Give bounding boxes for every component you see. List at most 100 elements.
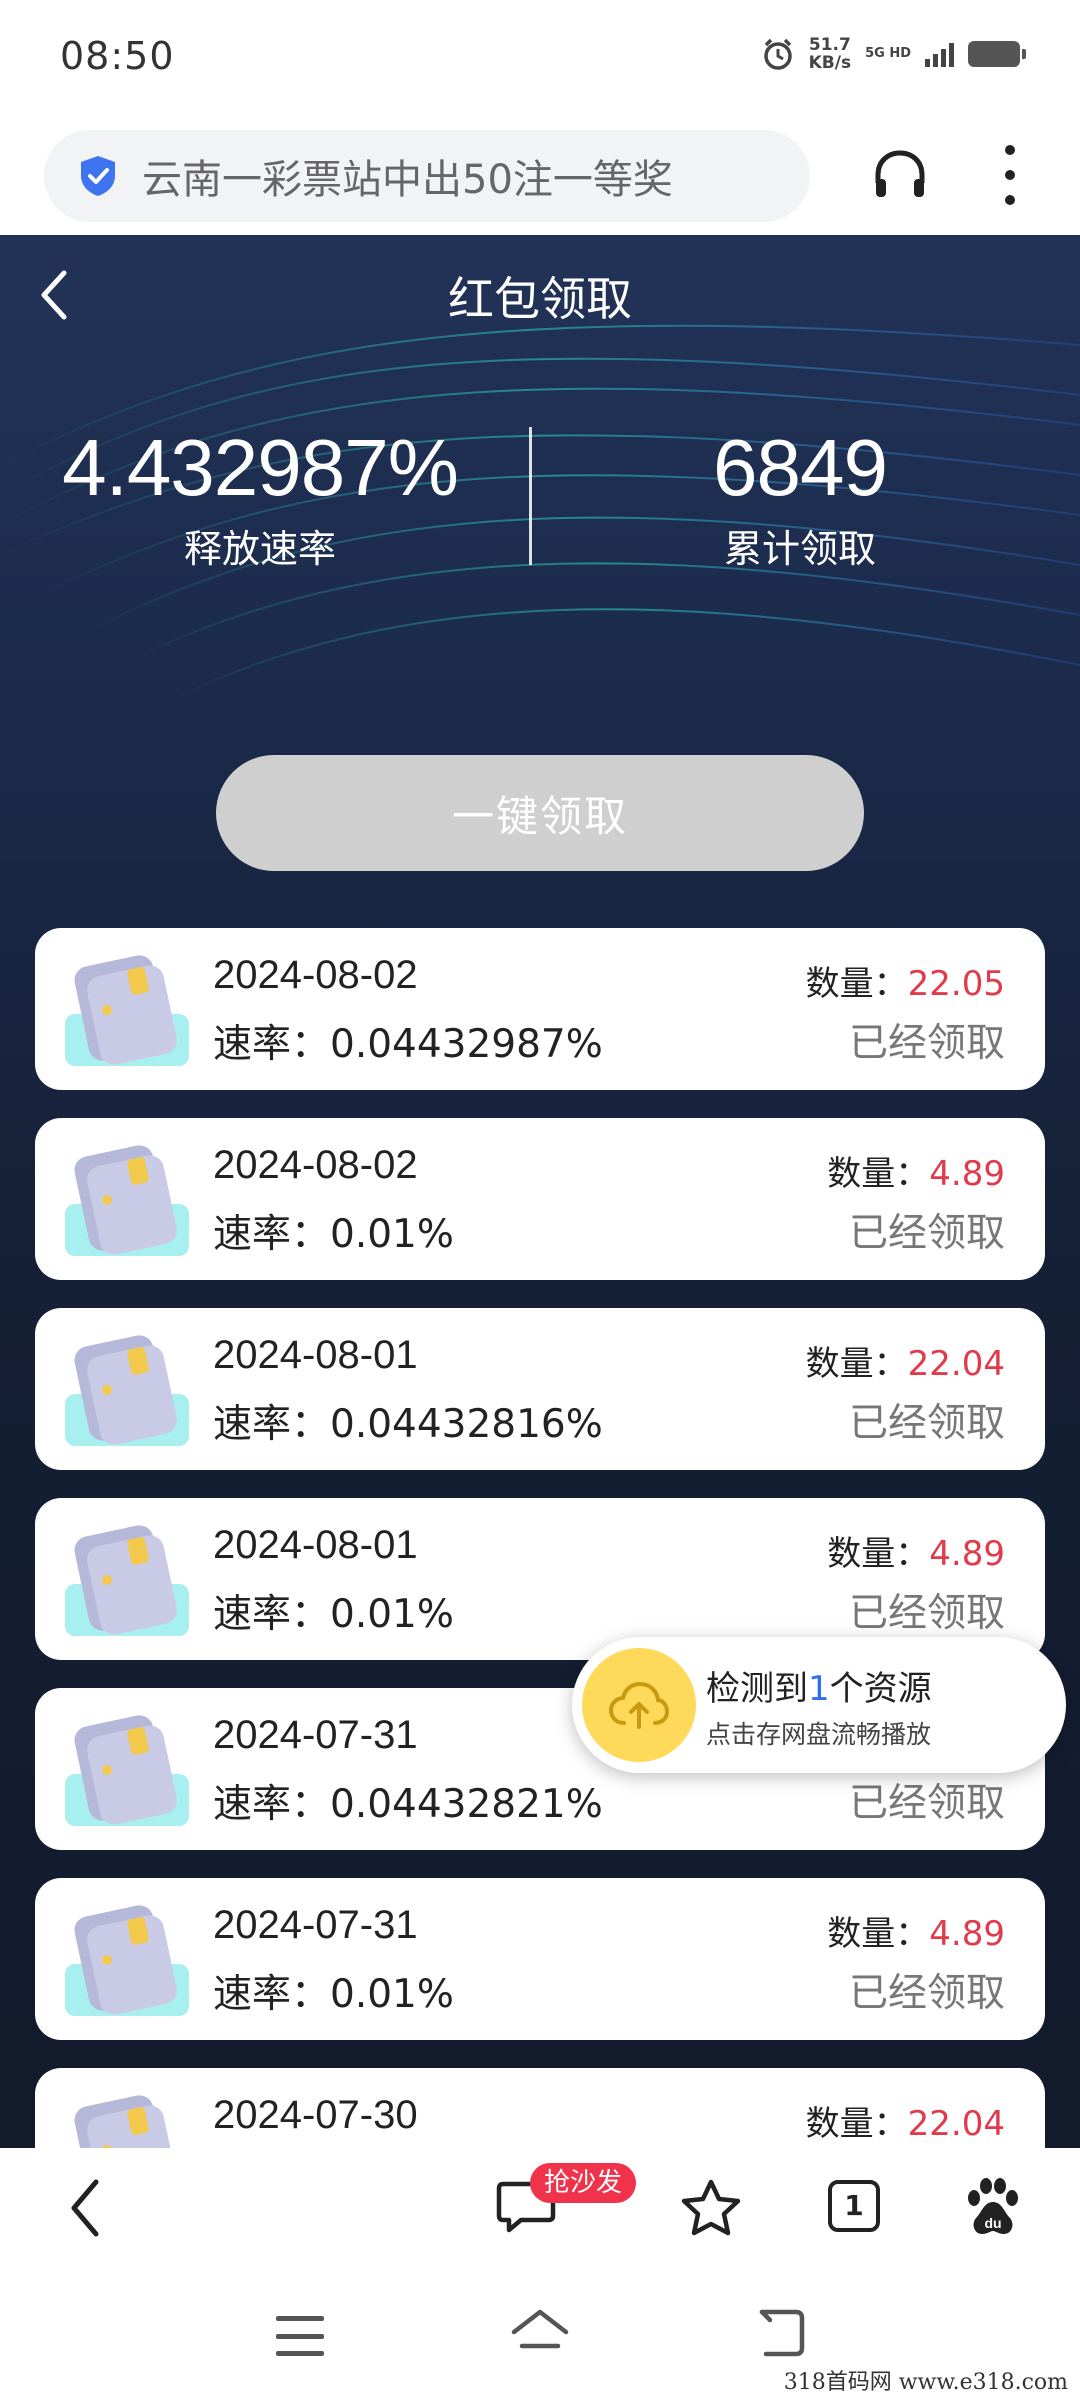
record-date: 2024-07-31 [213,1903,418,1947]
network-speed-value: 51.7 [808,35,851,55]
headphone-icon[interactable] [870,145,930,205]
return-icon[interactable] [752,2308,808,2358]
record-list: 2024-08-02 速率：0.04432987% 数量：22.05 已经领取 … [35,928,1045,2148]
quantity-label: 数量： [827,1534,930,1574]
quantity-label: 数量： [805,2104,908,2144]
record-rate: 速率：0.04432816% [213,1393,603,1449]
total-claimed-label: 累计领取 [723,527,876,571]
wallet-icon [65,1145,189,1256]
record-quantity: 数量：22.05 [806,956,1005,1005]
record-status: 已经领取 [848,1021,1005,1066]
browser-toolbar: 抢沙发 1 du [0,2148,1080,2268]
record-quantity: 数量：22.04 [806,2096,1005,2145]
quantity-value: 4.89 [929,1154,1005,1194]
status-bar: 08:50 51.7 KB/s 5G HD [0,0,1080,115]
baidu-paw-icon[interactable]: du [962,2176,1024,2238]
shield-icon [81,156,115,196]
quantity-label: 数量： [805,1344,908,1384]
record-date: 2024-08-02 [213,1143,418,1187]
wallet-icon [65,1905,189,2016]
record-item[interactable]: 2024-07-30 数量：22.04 [35,2068,1045,2148]
system-nav-bar: 318首码网 www.e318.com [0,2268,1080,2400]
record-status: 已经领取 [848,1781,1005,1826]
rate-prefix: 速率： [213,1022,331,1067]
record-item[interactable]: 2024-07-31 速率：0.01% 数量：4.89 已经领取 [35,1878,1045,2040]
resource-title-suffix: 个资源 [829,1669,932,1709]
browser-bar: 云南一彩票站中出50注一等奖 [0,115,1080,235]
resource-count: 1 [808,1669,830,1709]
battery-icon [968,41,1026,67]
status-time: 08:50 [60,34,175,78]
watermark: 318首码网 www.e318.com [783,2370,1068,2395]
quantity-value: 4.89 [929,1534,1005,1574]
rate-value: 0.04432816% [330,1402,603,1447]
release-rate-stat: 4.432987% 释放速率 [40,420,480,573]
sofa-badge: 抢沙发 [530,2163,637,2203]
record-status: 已经领取 [848,1401,1005,1446]
record-rate: 速率：0.04432987% [213,1013,603,1069]
search-text: 云南一彩票站中出50注一等奖 [142,157,673,203]
record-status: 已经领取 [848,1591,1005,1636]
more-icon[interactable] [1000,145,1020,205]
record-date: 2024-08-01 [213,1523,418,1567]
total-claimed-value: 6849 [713,423,888,512]
rate-value: 0.01% [330,1212,454,1257]
quantity-label: 数量： [827,1154,930,1194]
quantity-value: 22.04 [907,2104,1005,2144]
network-type: 5G HD [865,47,911,61]
rate-value: 0.01% [330,1972,454,2017]
record-item[interactable]: 2024-08-01 速率：0.01% 数量：4.89 已经领取 [35,1498,1045,1660]
record-quantity: 数量：4.89 [827,1906,1005,1955]
resource-title: 检测到1个资源 [706,1661,932,1710]
record-rate: 速率：0.01% [213,1963,454,2019]
resource-subtitle: 点击存网盘流畅播放 [706,1720,932,1749]
status-indicators: 51.7 KB/s 5G HD [761,36,1026,72]
star-icon[interactable] [680,2178,742,2238]
one-click-claim-button[interactable]: 一键领取 [216,755,864,871]
tabs-button[interactable]: 1 [828,2180,880,2232]
quantity-value: 22.05 [907,964,1005,1004]
wallet-icon [65,1335,189,1446]
rate-value: 0.01% [330,1592,454,1637]
record-rate: 速率：0.01% [213,1203,454,1259]
wallet-icon [74,2095,177,2148]
record-item[interactable]: 2024-08-02 速率：0.01% 数量：4.89 已经领取 [35,1118,1045,1280]
record-date: 2024-08-01 [213,1333,418,1377]
rate-prefix: 速率： [213,1212,331,1257]
record-rate: 速率：0.01% [213,1583,454,1639]
record-quantity: 数量：22.04 [806,1336,1005,1385]
record-status: 已经领取 [848,1211,1005,1256]
menu-icon[interactable] [276,2316,324,2356]
wallet-icon [65,1715,189,1826]
wallet-icon [65,1525,189,1636]
network-speed: 51.7 KB/s [809,36,851,72]
rate-prefix: 速率： [213,1782,331,1827]
rate-prefix: 速率： [213,1972,331,2017]
network-type-label: 5G HD [865,46,911,61]
record-item[interactable]: 2024-08-01 速率：0.04432816% 数量：22.04 已经领取 [35,1308,1045,1470]
record-date: 2024-07-31 [213,1713,418,1757]
home-icon[interactable] [508,2306,572,2362]
rate-value: 0.04432821% [330,1782,603,1827]
search-box[interactable]: 云南一彩票站中出50注一等奖 [44,130,810,222]
record-quantity: 数量：4.89 [827,1146,1005,1195]
back-icon[interactable] [62,2176,112,2240]
resource-title-prefix: 检测到 [706,1669,808,1709]
alarm-icon [763,38,792,70]
release-rate-label: 释放速率 [183,527,336,571]
stat-divider [529,427,532,565]
resource-detected-card[interactable]: 检测到1个资源 点击存网盘流畅播放 [572,1637,1066,1773]
rate-prefix: 速率： [213,1402,331,1447]
signal-icon [925,41,954,67]
release-rate-value: 4.432987% [62,423,459,512]
quantity-value: 4.89 [929,1914,1005,1954]
quantity-value: 22.04 [907,1344,1005,1384]
page-title: 红包领取 [448,272,632,326]
record-rate: 速率：0.04432821% [213,1773,603,1829]
rate-value: 0.04432987% [330,1022,603,1067]
record-item[interactable]: 2024-08-02 速率：0.04432987% 数量：22.05 已经领取 [35,928,1045,1090]
network-speed-unit: KB/s [808,53,852,73]
rate-prefix: 速率： [213,1592,331,1637]
quantity-label: 数量： [827,1914,930,1954]
red-packet-page: 红包领取 4.432987% 释放速率 6849 累计领取 一键领取 2024-… [0,235,1080,2148]
